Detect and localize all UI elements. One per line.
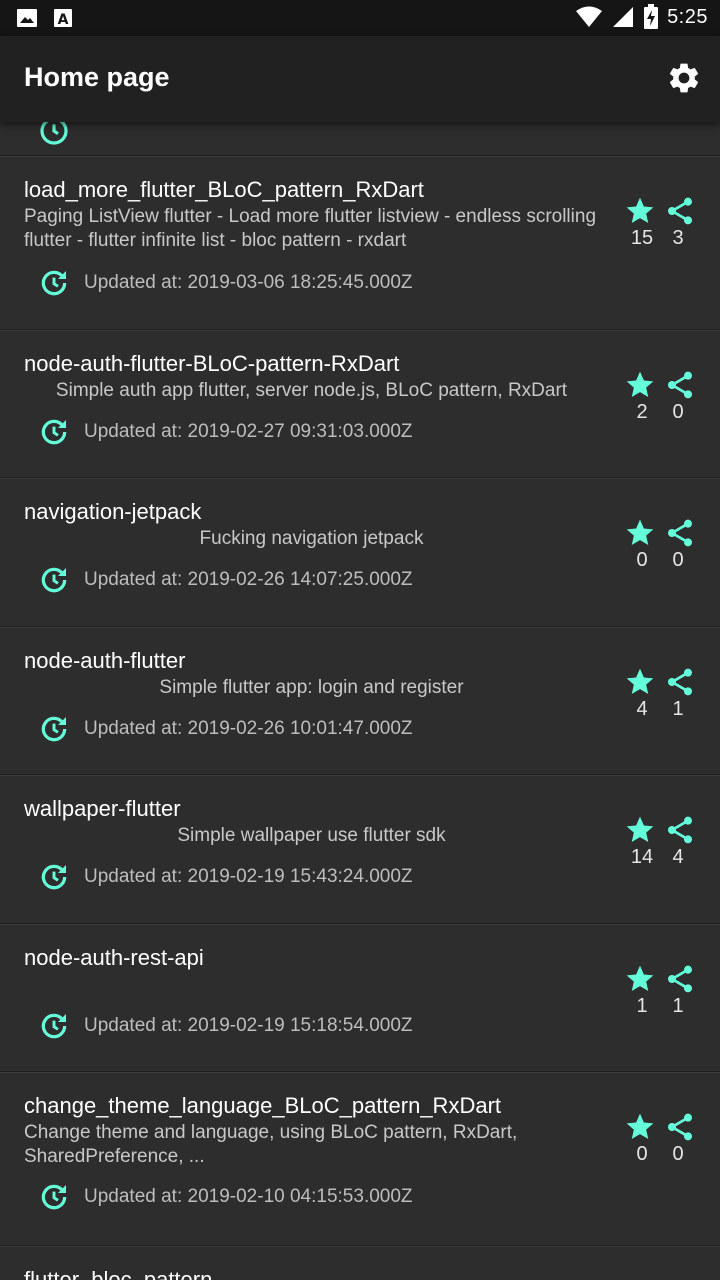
image-icon: [17, 9, 37, 27]
updated-at: Updated at: 2019-02-19 15:18:54.000Z: [84, 1015, 413, 1036]
update-icon: [41, 1184, 67, 1210]
star-count: 1: [636, 995, 648, 1017]
share-icon[interactable]: [664, 517, 696, 549]
repo-stats: 1 1: [624, 963, 696, 1018]
star-count: 0: [636, 1143, 648, 1165]
gear-icon: [669, 63, 699, 93]
share-icon[interactable]: [664, 195, 696, 227]
repo-title[interactable]: navigation-jetpack: [24, 499, 201, 525]
share-icon[interactable]: [664, 963, 696, 995]
star-icon[interactable]: [624, 963, 656, 995]
repo-title[interactable]: change_theme_language_BLoC_pattern_RxDar…: [24, 1093, 501, 1119]
repo-title[interactable]: node-auth-rest-api: [24, 945, 204, 971]
battery-charging-icon: [644, 4, 659, 29]
repo-description: Simple flutter app: login and register: [159, 677, 464, 698]
app-bar: Home page: [0, 36, 720, 122]
star-count: 14: [630, 846, 654, 868]
text-a-icon: A: [54, 9, 72, 28]
update-icon: [41, 567, 67, 593]
share-icon[interactable]: [664, 814, 696, 846]
update-icon: [41, 270, 67, 296]
repo-card[interactable]: node-auth-flutter-BLoC-pattern-RxDart Si…: [0, 330, 720, 478]
fork-count: 4: [672, 846, 684, 868]
star-icon[interactable]: [624, 1111, 656, 1143]
repo-stats: 0 0: [624, 1111, 696, 1166]
fork-count: 3: [672, 227, 684, 249]
status-time: 5:25: [667, 5, 708, 28]
repo-card[interactable]: navigation-jetpack Fucking navigation je…: [0, 478, 720, 627]
fork-count: 0: [672, 1143, 684, 1165]
repo-title[interactable]: node-auth-flutter: [24, 648, 185, 674]
update-icon: [41, 716, 67, 742]
repo-stats: 2 0: [624, 369, 696, 424]
star-count: 4: [636, 698, 648, 720]
repo-card[interactable]: node-auth-flutter Simple flutter app: lo…: [0, 627, 720, 775]
star-icon[interactable]: [624, 369, 656, 401]
repo-title[interactable]: flutter_bloc_pattern: [24, 1267, 212, 1280]
share-icon[interactable]: [664, 666, 696, 698]
fork-count: 0: [672, 401, 684, 423]
repo-card[interactable]: flutter_bloc_pattern: [0, 1246, 720, 1280]
repo-title[interactable]: load_more_flutter_BLoC_pattern_RxDart: [24, 177, 424, 203]
updated-at: Updated at: 2019-02-19 15:43:24.000Z: [84, 866, 413, 887]
updated-at: Updated at: 2019-02-26 10:01:47.000Z: [84, 718, 413, 739]
update-icon: [40, 122, 68, 145]
repo-stats: 15 3: [624, 195, 696, 250]
page-title: Home page: [24, 62, 170, 92]
repo-title[interactable]: wallpaper-flutter: [24, 796, 181, 822]
repo-card[interactable]: change_theme_language_BLoC_pattern_RxDar…: [0, 1072, 720, 1246]
wifi-icon: [576, 6, 603, 27]
update-icon: [41, 1013, 67, 1039]
repo-card[interactable]: node-auth-rest-api Updated at: 2019-02-1…: [0, 924, 720, 1072]
updated-at: Updated at: 2019-02-26 14:07:25.000Z: [84, 569, 413, 590]
svg-text:A: A: [58, 12, 69, 28]
share-icon[interactable]: [664, 369, 696, 401]
share-icon[interactable]: [664, 1111, 696, 1143]
repo-stats: 14 4: [624, 814, 696, 869]
star-count: 0: [636, 549, 648, 571]
update-icon: [41, 864, 67, 890]
star-icon[interactable]: [624, 666, 656, 698]
repo-description: Fucking navigation jetpack: [199, 528, 424, 549]
repo-stats: 4 1: [624, 666, 696, 721]
repo-title[interactable]: node-auth-flutter-BLoC-pattern-RxDart: [24, 351, 399, 377]
repo-description: Simple auth app flutter, server node.js,…: [55, 380, 568, 401]
updated-at: Updated at: 2019-02-10 04:15:53.000Z: [84, 1186, 413, 1207]
settings-button[interactable]: [666, 60, 702, 96]
star-count: 15: [630, 227, 654, 249]
star-icon[interactable]: [624, 195, 656, 227]
repo-list[interactable]: load_more_flutter_BLoC_pattern_RxDart Pa…: [0, 122, 720, 1280]
signal-icon: [613, 7, 634, 27]
repo-card[interactable]: wallpaper-flutter Simple wallpaper use f…: [0, 775, 720, 924]
star-count: 2: [636, 401, 648, 423]
repo-description: Paging ListView flutter - Load more flut…: [24, 206, 597, 251]
repo-card[interactable]: load_more_flutter_BLoC_pattern_RxDart Pa…: [0, 156, 720, 330]
updated-at: Updated at: 2019-02-27 09:31:03.000Z: [84, 421, 413, 442]
status-bar: A 5:25: [0, 0, 720, 36]
fork-count: 1: [672, 995, 684, 1017]
updated-at: Updated at: 2019-03-06 18:25:45.000Z: [84, 272, 413, 293]
repo-description: Change theme and language, using BLoC pa…: [24, 1122, 518, 1167]
repo-stats: 0 0: [624, 517, 696, 572]
update-icon: [41, 419, 67, 445]
star-icon[interactable]: [624, 517, 656, 549]
repo-card[interactable]: [0, 122, 720, 156]
fork-count: 0: [672, 549, 684, 571]
repo-description: Simple wallpaper use flutter sdk: [177, 825, 446, 846]
fork-count: 1: [672, 698, 684, 720]
star-icon[interactable]: [624, 814, 656, 846]
